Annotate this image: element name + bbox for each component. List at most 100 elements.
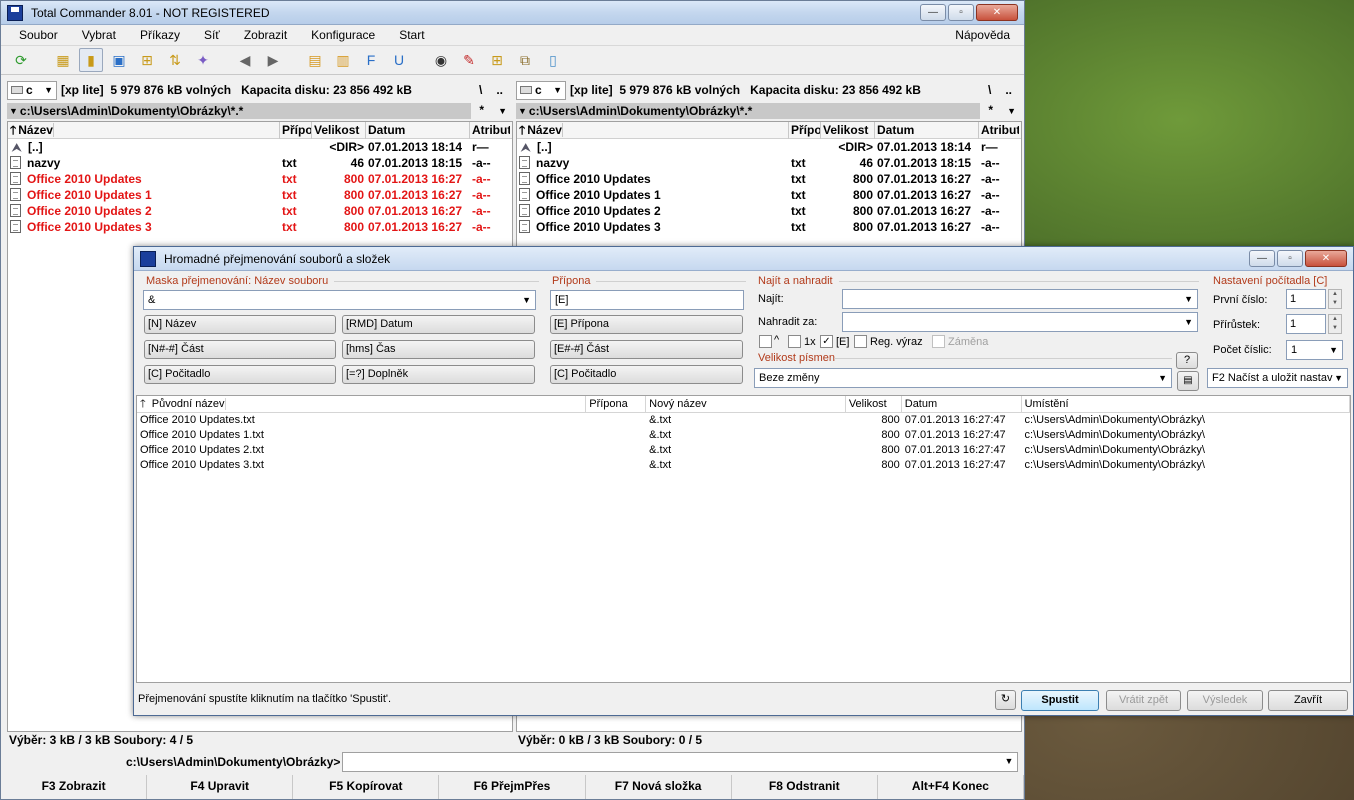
menu-item-6[interactable]: Start — [387, 28, 436, 42]
start-button[interactable]: Spustit — [1021, 690, 1099, 711]
extension-checkbox[interactable]: ✓ — [820, 335, 833, 348]
file-row[interactable]: Office 2010 Updates txt 800 07.01.2013 1… — [8, 171, 512, 187]
compare-icon[interactable]: ⧉ — [513, 48, 537, 72]
case-select[interactable]: Beze změny ▼ — [754, 368, 1172, 388]
filter-button[interactable]: * — [988, 103, 993, 119]
root-dir-button[interactable]: \ — [988, 83, 991, 97]
col-name-header[interactable]: 🡑 Název — [8, 121, 280, 139]
counter-step-input[interactable]: 1 — [1286, 314, 1326, 334]
history-button[interactable]: ▼ — [1007, 103, 1016, 119]
mask-time-button[interactable]: [hms] Čas — [342, 340, 535, 359]
col-ext-header[interactable]: Přípo — [280, 121, 312, 139]
file-row[interactable]: Office 2010 Updates 2 txt 800 07.01.2013… — [8, 203, 512, 219]
file-row[interactable]: ⮝ [..] <DIR> 07.01.2013 18:14 r— — [517, 139, 1021, 155]
path-bar[interactable]: ▼ c:\Users\Admin\Dokumenty\Obrázky\*.* *… — [7, 103, 513, 119]
unpack-icon[interactable]: ▥ — [331, 48, 355, 72]
dialog-close-button[interactable]: ✕ — [1305, 250, 1347, 267]
col-ext-header[interactable]: Přípo — [789, 121, 821, 139]
regex-checkbox[interactable] — [854, 335, 867, 348]
fkey-button-4[interactable]: F7 Nová složka — [586, 775, 732, 799]
thumbnail-view-icon[interactable]: ▣ — [107, 48, 131, 72]
parent-dir-button[interactable]: .. — [1005, 83, 1012, 97]
ext-extension-button[interactable]: [E] Přípona — [550, 315, 743, 334]
filter-button[interactable]: * — [479, 103, 484, 119]
file-row[interactable]: ⮝ [..] <DIR> 07.01.2013 18:14 r— — [8, 139, 512, 155]
file-row[interactable]: Office 2010 Updates 1 txt 800 07.01.2013… — [517, 187, 1021, 203]
mask-name-part-button[interactable]: [N#-#] Část — [144, 340, 336, 359]
brief-view-icon[interactable]: ▦ — [51, 48, 75, 72]
mask-input[interactable]: & ▼ — [143, 290, 536, 310]
mask-plugin-button[interactable]: [=?] Doplněk — [342, 365, 535, 384]
case-sensitive-checkbox[interactable] — [759, 335, 772, 348]
rename-preview-list[interactable]: 🡑 Původní název Přípona Nový název Velik… — [136, 395, 1351, 683]
tree-view-icon[interactable]: ⊞ — [135, 48, 159, 72]
counter-start-spinner[interactable]: ▲ ▼ — [1328, 289, 1342, 309]
menu-item-2[interactable]: Příkazy — [128, 28, 192, 42]
mask-name-button[interactable]: [N] Název — [144, 315, 336, 334]
file-row[interactable]: Office 2010 Updates 2 txt 800 07.01.2013… — [517, 203, 1021, 219]
col-extension[interactable]: Přípona — [586, 396, 647, 412]
forward-icon[interactable]: ▶ — [261, 48, 285, 72]
fkey-button-2[interactable]: F5 Kopírovat — [293, 775, 440, 799]
path-bar[interactable]: ▼ c:\Users\Admin\Dokumenty\Obrázky\*.* *… — [516, 103, 1022, 119]
sort-icon[interactable]: ⇅ — [163, 48, 187, 72]
col-size[interactable]: Velikost — [846, 396, 902, 412]
invert-selection-icon[interactable]: ✦ — [191, 48, 215, 72]
close-button[interactable]: ✕ — [976, 4, 1018, 21]
dialog-minimize-button[interactable]: — — [1249, 250, 1275, 267]
history-button[interactable]: ▼ — [498, 103, 507, 119]
result-button[interactable]: Výsledek — [1187, 690, 1263, 711]
col-original-name[interactable]: 🡑 Původní název — [137, 396, 587, 412]
back-icon[interactable]: ◀ — [233, 48, 257, 72]
col-new-name[interactable]: Nový název — [646, 396, 846, 412]
drive-select[interactable]: c ▼ — [7, 80, 57, 100]
undo-button[interactable]: Vrátit zpět — [1106, 690, 1181, 711]
file-row[interactable]: nazvy txt 46 07.01.2013 18:15 -a-- — [8, 155, 512, 171]
counter-digits-select[interactable]: 1 ▼ — [1286, 340, 1343, 360]
preview-row[interactable]: Office 2010 Updates 2.txt &.txt 800 07.0… — [137, 443, 1350, 458]
dialog-maximize-button[interactable]: ▫ — [1277, 250, 1303, 267]
file-row[interactable]: nazvy txt 46 07.01.2013 18:15 -a-- — [517, 155, 1021, 171]
extension-input[interactable]: [E] — [550, 290, 744, 310]
file-row[interactable]: Office 2010 Updates 1 txt 800 07.01.2013… — [8, 187, 512, 203]
preview-row[interactable]: Office 2010 Updates 3.txt &.txt 800 07.0… — [137, 458, 1350, 473]
menu-item-5[interactable]: Konfigurace — [299, 28, 387, 42]
close-dialog-button[interactable]: Zavřít — [1268, 690, 1348, 711]
col-name-header[interactable]: 🡑 Název — [517, 121, 789, 139]
load-save-settings-select[interactable]: F2 Načíst a uložit nastav ▼ — [1207, 368, 1348, 388]
ext-part-button[interactable]: [E#-#] Část — [550, 340, 743, 359]
notepad-icon[interactable]: ▯ — [541, 48, 565, 72]
url-icon[interactable]: U — [387, 48, 411, 72]
minimize-button[interactable]: — — [920, 4, 946, 21]
root-dir-button[interactable]: \ — [479, 83, 482, 97]
col-date[interactable]: Datum — [902, 396, 1022, 412]
col-attr-header[interactable]: Atribut — [979, 122, 1019, 139]
col-size-header[interactable]: Velikost — [821, 121, 875, 139]
mask-date-button[interactable]: [RMD] Datum — [342, 315, 535, 334]
menu-item-4[interactable]: Zobrazit — [232, 28, 299, 42]
ext-counter-button[interactable]: [C] Počitadlo — [550, 365, 743, 384]
find-icon[interactable]: ◉ — [429, 48, 453, 72]
ftp-icon[interactable]: F — [359, 48, 383, 72]
refresh-icon[interactable]: ↻ — [995, 690, 1016, 710]
col-size-header[interactable]: Velikost — [312, 121, 366, 139]
menu-item-help[interactable]: Nápověda — [943, 28, 1024, 42]
fkey-button-6[interactable]: Alt+F4 Konec — [878, 775, 1024, 799]
file-row[interactable]: Office 2010 Updates 3 txt 800 07.01.2013… — [517, 219, 1021, 235]
preview-row[interactable]: Office 2010 Updates.txt &.txt 800 07.01.… — [137, 413, 1350, 428]
help-button[interactable]: ? — [1176, 352, 1198, 369]
refresh-icon[interactable]: ⟳ — [9, 48, 33, 72]
maximize-button[interactable]: ▫ — [948, 4, 974, 21]
counter-start-input[interactable]: 1 — [1286, 289, 1326, 309]
menu-item-1[interactable]: Vybrat — [70, 28, 128, 42]
settings-list-icon[interactable]: ▤ — [1177, 371, 1199, 391]
parent-dir-button[interactable]: .. — [496, 83, 503, 97]
counter-step-spinner[interactable]: ▲ ▼ — [1328, 314, 1342, 334]
replace-input[interactable]: ▼ — [842, 312, 1198, 332]
multi-rename-icon[interactable]: ✎ — [457, 48, 481, 72]
mask-counter-button[interactable]: [C] Počitadlo — [144, 365, 336, 384]
pack-icon[interactable]: ▤ — [303, 48, 327, 72]
fkey-button-3[interactable]: F6 PřejmPřes — [439, 775, 586, 799]
once-checkbox[interactable] — [788, 335, 801, 348]
fkey-button-5[interactable]: F8 Odstranit — [732, 775, 878, 799]
